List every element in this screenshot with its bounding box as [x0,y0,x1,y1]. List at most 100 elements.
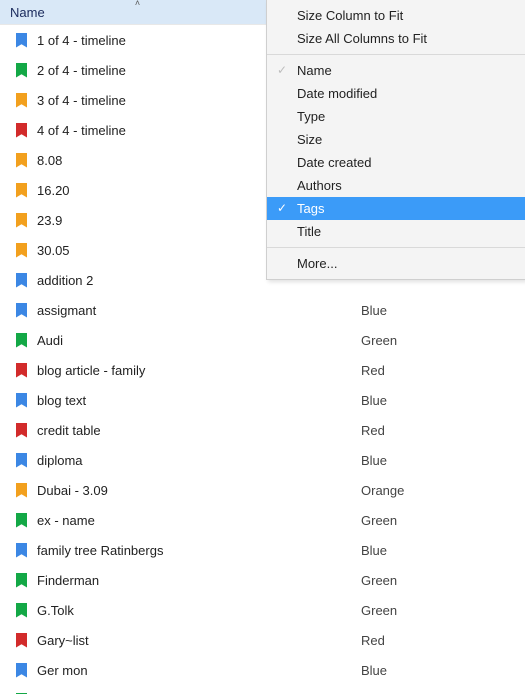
bookmark-icon [16,243,27,258]
cell-tag: Blue [361,303,525,318]
check-icon: ✓ [267,197,297,220]
file-name: Gary~list [37,633,89,648]
cell-tag: Blue [361,663,525,678]
file-name: blog text [37,393,86,408]
cell-name: credit table [0,423,361,438]
menu-toggle-name[interactable]: ✓Name [267,59,525,82]
menu-toggle-authors[interactable]: Authors [267,174,525,197]
bookmark-icon [16,153,27,168]
cell-tag: Red [361,423,525,438]
file-name: addition 2 [37,273,93,288]
table-row[interactable]: JinGreen [0,685,525,694]
table-row[interactable]: diploma Blue [0,445,525,475]
bookmark-icon [16,483,27,498]
menu-label: Date created [297,151,525,174]
cell-name: blog text [0,393,361,408]
cell-tag: Blue [361,453,525,468]
column-header-name[interactable]: Name ˄ [0,0,275,24]
menu-label: Size [297,128,525,151]
bookmark-icon [16,363,27,378]
menu-label: Tags [297,197,525,220]
menu-size-column-to-fit[interactable]: Size Column to Fit [267,4,525,27]
file-name: Dubai - 3.09 [37,483,108,498]
cell-tag: Green [361,513,525,528]
cell-tag: Green [361,333,525,348]
menu-more[interactable]: More... [267,252,525,275]
table-row[interactable]: ex - nameGreen [0,505,525,535]
table-row[interactable]: Audi Green [0,325,525,355]
menu-toggle-date-created[interactable]: Date created [267,151,525,174]
menu-separator [267,54,525,55]
column-context-menu: Size Column to Fit Size All Columns to F… [266,0,525,280]
file-name: assigmant [37,303,96,318]
cell-name: G.Tolk [0,603,361,618]
check-icon: ✓ [267,59,297,82]
file-name: 4 of 4 - timeline [37,123,126,138]
column-header-name-label: Name [10,5,45,20]
cell-name: ex - name [0,513,361,528]
menu-toggle-title[interactable]: Title [267,220,525,243]
bookmark-icon [16,303,27,318]
table-row[interactable]: blog text Blue [0,385,525,415]
bookmark-icon [16,543,27,558]
menu-label: More... [297,252,525,275]
cell-name: Ger mon [0,663,361,678]
table-row[interactable]: Ger mon Blue [0,655,525,685]
table-row[interactable]: blog article - family Red [0,355,525,385]
cell-tag: Red [361,363,525,378]
cell-name: Finderman [0,573,361,588]
menu-label: Type [297,105,525,128]
file-name: diploma [37,453,83,468]
file-name: 23.9 [37,213,62,228]
cell-tag: Orange [361,483,525,498]
bookmark-icon [16,663,27,678]
table-row[interactable]: FindermanGreen [0,565,525,595]
menu-label: Date modified [297,82,525,105]
file-name: Audi [37,333,63,348]
cell-name: Audi [0,333,361,348]
cell-tag: Green [361,603,525,618]
cell-name: blog article - family [0,363,361,378]
bookmark-icon [16,93,27,108]
bookmark-icon [16,213,27,228]
menu-label: Authors [297,174,525,197]
file-name: family tree Ratinbergs [37,543,163,558]
menu-toggle-tags[interactable]: ✓Tags [267,197,525,220]
cell-tag: Green [361,573,525,588]
sort-asc-icon: ˄ [135,0,140,8]
table-row[interactable]: family tree Ratinbergs Blue [0,535,525,565]
table-row[interactable]: Dubai - 3.09 Orange [0,475,525,505]
menu-label: Size All Columns to Fit [297,27,525,50]
file-name: 30.05 [37,243,70,258]
table-row[interactable]: assigmant Blue [0,295,525,325]
cell-name: family tree Ratinbergs [0,543,361,558]
bookmark-icon [16,63,27,78]
file-name: 8.08 [37,153,62,168]
menu-size-all-columns-to-fit[interactable]: Size All Columns to Fit [267,27,525,50]
menu-label: Size Column to Fit [297,4,525,27]
table-row[interactable]: G.TolkGreen [0,595,525,625]
file-name: 16.20 [37,183,70,198]
menu-toggle-type[interactable]: Type [267,105,525,128]
file-name: Ger mon [37,663,88,678]
cell-tag: Blue [361,543,525,558]
menu-toggle-size[interactable]: Size [267,128,525,151]
cell-name: assigmant [0,303,361,318]
menu-label: Title [297,220,525,243]
bookmark-icon [16,393,27,408]
bookmark-icon [16,573,27,588]
table-row[interactable]: credit table Red [0,415,525,445]
menu-toggle-date-modified[interactable]: Date modified [267,82,525,105]
menu-label: Name [297,59,525,82]
file-name: 1 of 4 - timeline [37,33,126,48]
cell-name: diploma [0,453,361,468]
bookmark-icon [16,513,27,528]
bookmark-icon [16,183,27,198]
bookmark-icon [16,603,27,618]
cell-tag: Red [361,633,525,648]
file-name: 3 of 4 - timeline [37,93,126,108]
file-name: blog article - family [37,363,145,378]
cell-tag: Blue [361,393,525,408]
table-row[interactable]: Gary~list Red [0,625,525,655]
file-name: credit table [37,423,101,438]
